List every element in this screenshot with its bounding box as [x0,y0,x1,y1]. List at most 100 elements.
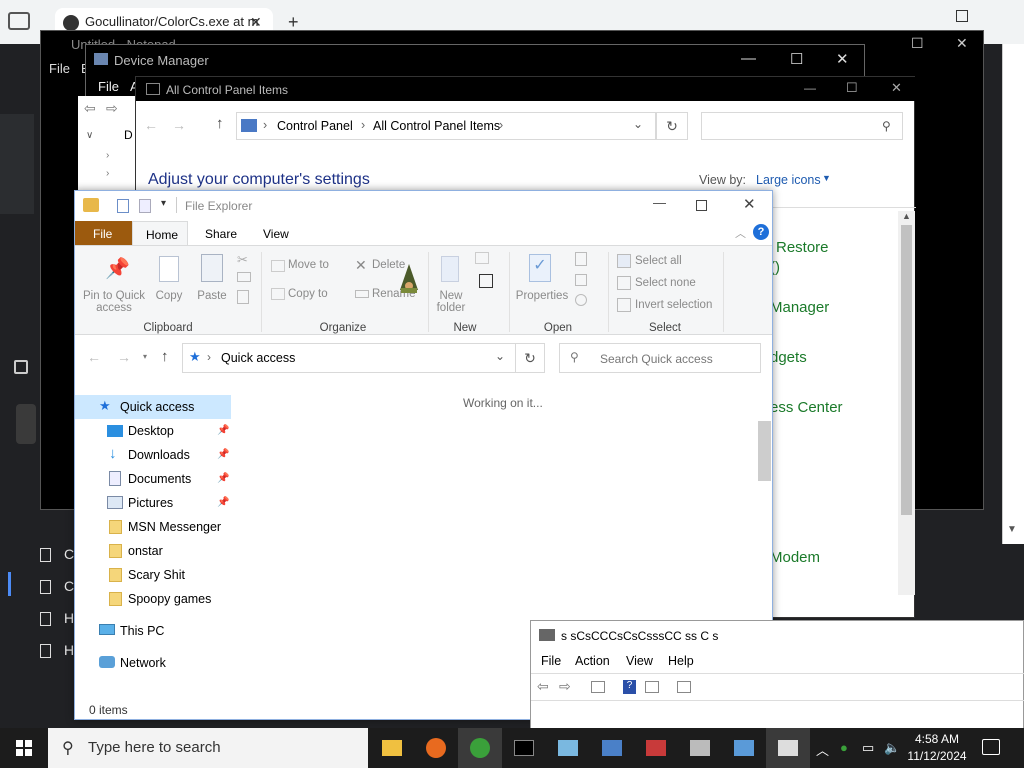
notepad-menu-file[interactable]: File [49,61,70,76]
fe-address-bar[interactable]: ★ › Quick access ⌄ [182,343,545,373]
help-icon[interactable]: ? [623,680,636,694]
select-none-button[interactable]: Select none [635,277,696,289]
volume-icon[interactable]: 🔈 [884,740,900,756]
paste-button[interactable]: Paste [195,290,229,302]
devmgr-close-button[interactable]: ✕ [836,50,849,68]
nav-folder-scary[interactable]: Scary Shit [75,563,231,587]
help-icon[interactable]: ? [753,224,769,240]
network-tray-icon[interactable]: ▭ [862,740,874,756]
cp-maximize-button[interactable]: ☐ [846,80,858,96]
taskbar-messenger[interactable] [458,728,502,768]
nav-downloads[interactable]: ↓ Downloads 📌 [75,443,231,467]
taskbar-app-6[interactable] [590,728,634,768]
messenger-tray-icon[interactable]: ● [840,740,848,755]
cp-scroll-thumb[interactable] [901,225,912,515]
tab-home[interactable]: Home [132,221,188,246]
tab-actions-icon[interactable] [8,12,30,30]
tab-file[interactable]: File [75,221,132,245]
restore-icon[interactable] [956,10,968,22]
chevron-down-icon[interactable]: ⌄ [633,117,643,131]
expand-icon[interactable]: › [106,150,109,161]
breadcrumb-control-panel[interactable]: Control Panel [277,119,353,133]
taskbar-app-7[interactable] [634,728,678,768]
fe-forward-icon[interactable]: → [117,349,131,365]
properties-icon[interactable] [677,681,691,693]
new-folder-button[interactable]: New folder [431,290,471,314]
fe-minimize-button[interactable]: — [653,195,666,210]
taskbar-mmc[interactable] [766,728,810,768]
copy-to-button[interactable]: Copy to [288,288,328,300]
history-icon[interactable] [575,294,587,306]
pin-icon[interactable]: 📌 [217,497,229,508]
new-item-icon[interactable] [475,252,489,264]
pin-to-quick-access-button[interactable]: Pin to Quick access [81,290,147,314]
tab-share[interactable]: Share [205,227,237,241]
invert-selection-button[interactable]: Invert selection [635,299,712,311]
forward-icon[interactable]: ⇨ [559,678,571,695]
cp-up-icon[interactable]: ↑ [216,115,224,132]
cp-item-access-center[interactable]: ess Center [770,399,843,416]
properties-button[interactable]: Properties [513,290,571,302]
devmgr-minimize-button[interactable]: — [741,50,756,67]
cp-back-icon[interactable]: ← [144,117,158,133]
nav-quick-access[interactable]: ★ Quick access [75,395,231,419]
show-tree-icon[interactable] [591,681,605,693]
easy-access-icon[interactable] [479,274,493,288]
pin-icon[interactable]: 📌 [217,449,229,460]
dropdown-arrow-icon[interactable]: ▼ [822,173,831,183]
cp-address-bar[interactable]: › Control Panel › All Control Panel Item… [236,112,656,140]
taskbar-control-panel[interactable] [722,728,766,768]
nav-pictures[interactable]: Pictures 📌 [75,491,231,515]
notifications-icon[interactable] [982,739,1000,755]
taskbar-clock[interactable]: 4:58 AM 11/12/2024 [904,731,970,765]
taskbar-file-explorer[interactable] [370,728,414,768]
collapse-ribbon-icon[interactable]: ︿ [735,225,746,241]
scroll-down-icon[interactable]: ▼ [1007,524,1017,535]
cp-search-input[interactable]: ⚲ [701,112,903,140]
recent-locations-icon[interactable]: ▾ [143,352,147,361]
refresh-icon[interactable]: ↻ [656,112,688,140]
cut-icon[interactable]: ✂ [237,252,248,268]
mmc-menu-help[interactable]: Help [668,654,694,668]
nav-network[interactable]: Network [75,651,231,675]
panel-icon[interactable] [14,360,28,374]
cp-item-modem[interactable]: Modem [770,549,820,566]
taskbar-terminal[interactable] [502,728,546,768]
taskbar-firefox[interactable] [414,728,458,768]
edit-icon[interactable] [575,274,587,286]
tab-close-button[interactable]: ✕ [250,14,262,31]
fe-close-button[interactable]: ✕ [743,195,756,213]
pin-icon[interactable]: 📌 [217,473,229,484]
fe-maximize-button[interactable] [696,200,707,211]
nav-this-pc[interactable]: This PC [75,619,231,643]
notepad-close-button[interactable]: ✕ [956,35,968,52]
cp-minimize-button[interactable]: — [804,81,816,95]
nav-folder-spoopy[interactable]: Spoopy games [75,587,231,611]
back-icon[interactable]: ⇦ [537,678,549,695]
fe-refresh-icon[interactable]: ↻ [515,343,545,373]
cp-scrollbar[interactable]: ▲ [898,211,915,595]
fe-up-icon[interactable]: ↑ [161,348,169,365]
devmgr-maximize-button[interactable]: ☐ [790,50,803,68]
nav-folder-onstar[interactable]: onstar [75,539,231,563]
cp-close-button[interactable]: ✕ [891,80,902,96]
breadcrumb-all-items[interactable]: All Control Panel Items [373,119,500,133]
fe-search-input[interactable]: ⚲ Search Quick access [559,343,761,373]
taskbar-app-5[interactable] [546,728,590,768]
new-folder-quick-icon[interactable] [139,199,151,213]
start-button[interactable] [0,728,48,768]
nav-documents[interactable]: Documents 📌 [75,467,231,491]
open-icon[interactable] [575,252,587,266]
copy-path-icon[interactable] [237,272,251,282]
address-dropdown-icon[interactable]: ⌄ [495,349,505,363]
nav-folder-msn[interactable]: MSN Messenger [75,515,231,539]
cp-item-manager[interactable]: Manager [770,299,829,316]
copy-button[interactable]: Copy [153,290,185,302]
nav-desktop[interactable]: Desktop 📌 [75,419,231,443]
customize-toolbar-icon[interactable]: ▾ [161,198,166,209]
taskbar-search-box[interactable]: ⚲ Type here to search [48,728,368,768]
paste-shortcut-icon[interactable] [237,290,249,304]
view-by-dropdown[interactable]: Large icons [756,173,821,187]
scroll-up-icon[interactable]: ▲ [902,211,911,221]
cp-item-gadgets[interactable]: dgets [770,349,807,366]
